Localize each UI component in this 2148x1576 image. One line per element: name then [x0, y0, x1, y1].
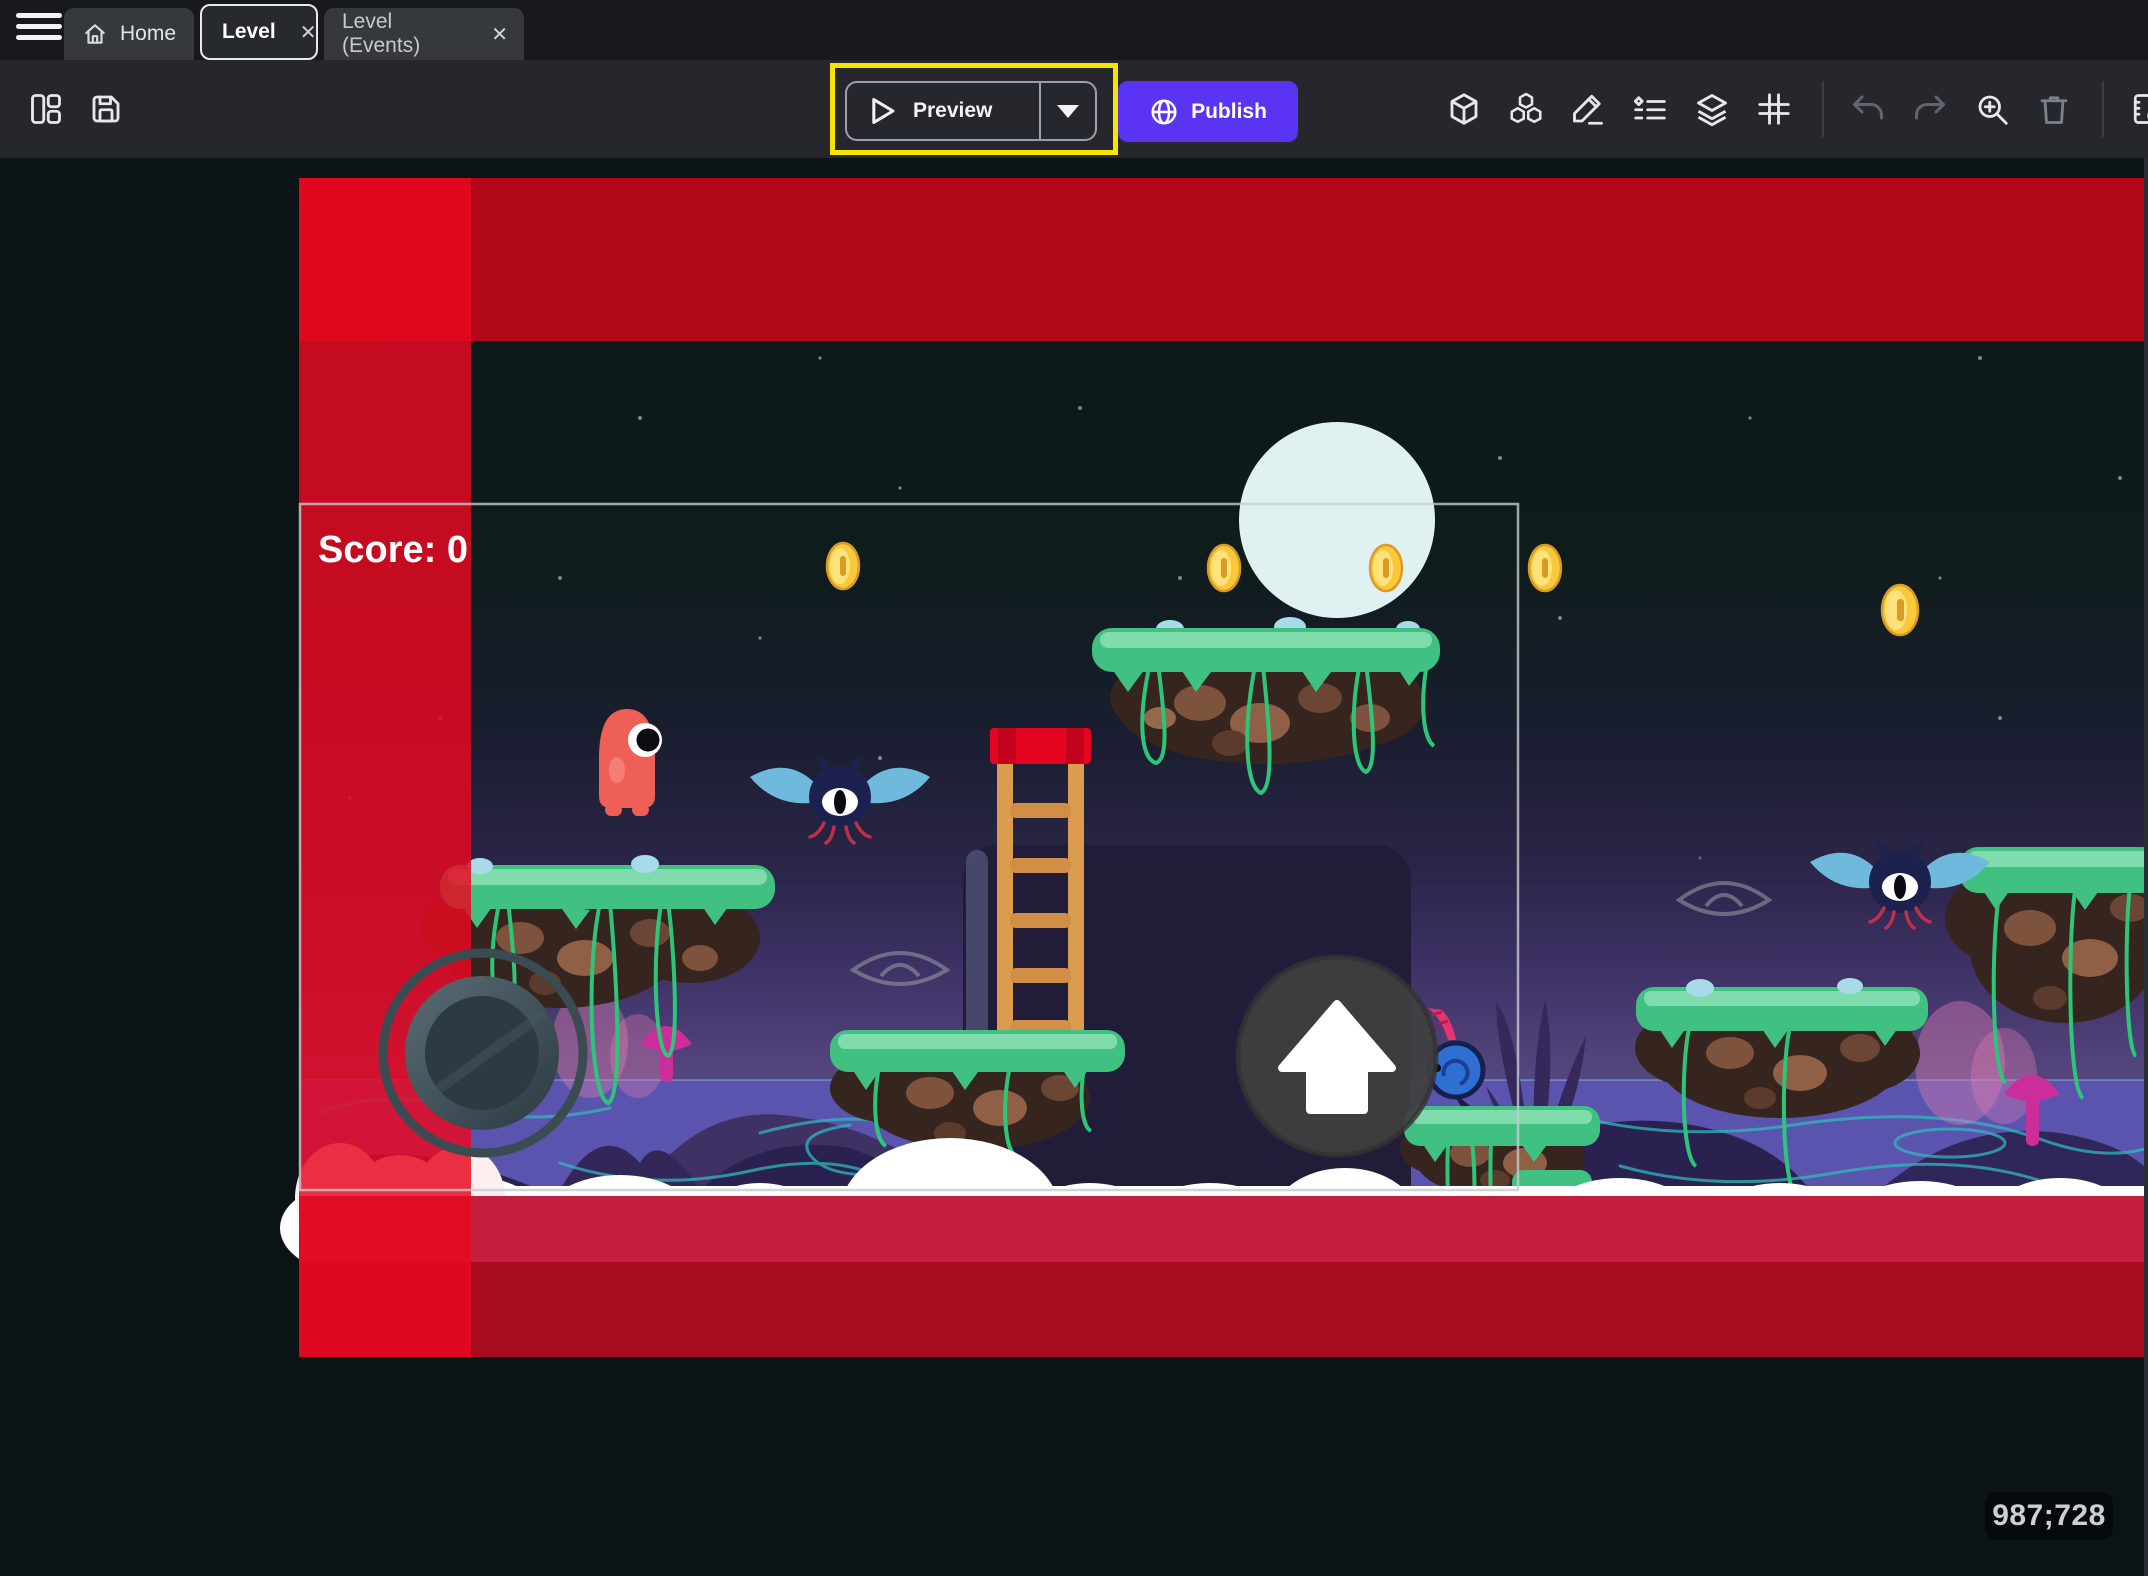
- jump-button[interactable]: [1238, 957, 1436, 1155]
- red-wall-left[interactable]: [299, 178, 471, 1357]
- menu-icon[interactable]: [16, 13, 62, 47]
- joystick-control[interactable]: [383, 953, 583, 1153]
- red-floor-dark[interactable]: [299, 1262, 2146, 1357]
- undo-icon[interactable]: [1850, 91, 1886, 127]
- publish-label: Publish: [1191, 100, 1267, 124]
- coin[interactable]: [1370, 545, 1402, 591]
- play-icon: [871, 97, 897, 125]
- coin[interactable]: [827, 543, 859, 589]
- moon: [1239, 422, 1435, 618]
- tab-home[interactable]: Home: [64, 8, 194, 60]
- close-icon[interactable]: ✕: [475, 22, 524, 47]
- home-icon: [82, 21, 108, 47]
- toolbar-divider: [2102, 81, 2104, 137]
- toolbar-divider: [1822, 81, 1824, 137]
- redo-icon[interactable]: [1912, 91, 1948, 127]
- preview-dropdown-button[interactable]: [1039, 83, 1095, 139]
- tab-level[interactable]: Level ✕: [200, 4, 318, 60]
- publish-button[interactable]: Publish: [1118, 81, 1298, 142]
- tab-level-events-label: Level (Events): [342, 10, 467, 58]
- scene-canvas[interactable]: Score: 0 987;728: [0, 158, 2148, 1576]
- mouse-coordinates-badge: 987;728: [1985, 1492, 2113, 1540]
- layers-icon[interactable]: [1694, 91, 1730, 127]
- tab-bar: Home Level ✕ Level (Events) ✕: [0, 0, 2148, 60]
- globe-icon: [1149, 97, 1179, 127]
- tab-level-events[interactable]: Level (Events) ✕: [324, 8, 524, 60]
- red-wall-top[interactable]: [299, 178, 2146, 341]
- player-character[interactable]: [599, 709, 662, 816]
- project-notes-icon[interactable]: [2130, 91, 2148, 127]
- layout-icon[interactable]: [28, 91, 64, 127]
- zoom-in-icon[interactable]: [1974, 91, 2010, 127]
- score-text[interactable]: Score: 0: [318, 529, 468, 571]
- object-cube-icon[interactable]: [1446, 91, 1482, 127]
- game-scene: Score: 0: [0, 158, 2148, 1576]
- grid-icon[interactable]: [1756, 91, 1792, 127]
- preview-label: Preview: [913, 99, 992, 123]
- chevron-down-icon: [1057, 105, 1079, 118]
- coin[interactable]: [1529, 545, 1561, 591]
- preview-button[interactable]: Preview: [845, 81, 1097, 141]
- instances-icon[interactable]: [1508, 91, 1544, 127]
- trash-icon[interactable]: [2036, 91, 2072, 127]
- scene-tools: [1446, 60, 2148, 158]
- pencil-icon[interactable]: [1570, 91, 1606, 127]
- tab-home-label: Home: [120, 22, 176, 46]
- red-floor-crimson[interactable]: [299, 1196, 2146, 1262]
- coin[interactable]: [1208, 545, 1240, 591]
- tab-level-label: Level: [222, 20, 276, 44]
- editor-toolbar: Preview Publish: [0, 60, 2148, 158]
- save-icon[interactable]: [88, 91, 124, 127]
- coin[interactable]: [1882, 585, 1918, 635]
- window-edge: [2144, 158, 2148, 1576]
- object-groups-icon[interactable]: [1632, 91, 1668, 127]
